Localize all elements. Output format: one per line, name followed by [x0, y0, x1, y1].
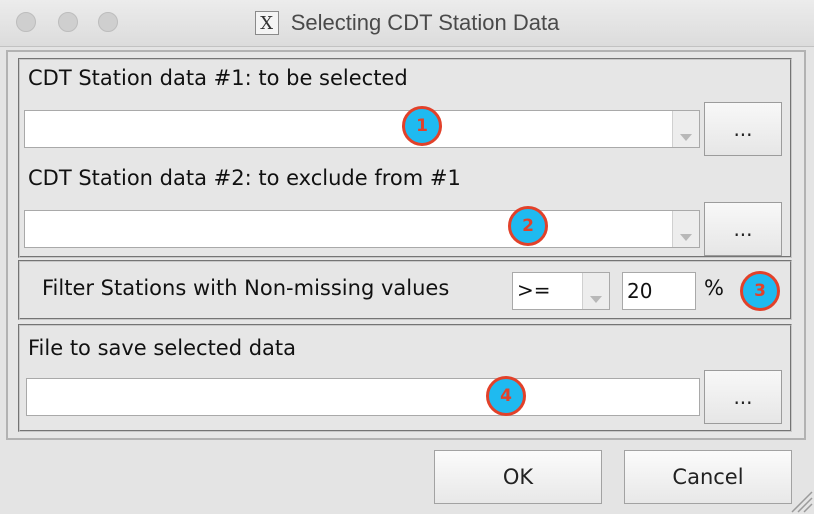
- chevron-down-icon: [680, 134, 692, 141]
- station1-combobox[interactable]: [24, 110, 700, 148]
- annotation-badge-4: 4: [486, 376, 526, 416]
- filter-operator-value: >=: [517, 278, 551, 302]
- station1-browse-button[interactable]: ...: [704, 102, 782, 156]
- output-label: File to save selected data: [28, 336, 297, 360]
- filter-section: Filter Stations with Non-missing values …: [18, 260, 792, 320]
- annotation-badge-2: 2: [508, 206, 548, 246]
- filter-value-input[interactable]: 20: [622, 272, 696, 310]
- station2-label: CDT Station data #2: to exclude from #1: [28, 166, 461, 190]
- filter-label: Filter Stations with Non-missing values: [42, 276, 450, 300]
- filter-unit: %: [704, 276, 724, 300]
- station1-label: CDT Station data #1: to be selected: [28, 66, 408, 90]
- annotation-badge-3: 3: [740, 271, 780, 311]
- dialog-window: X Selecting CDT Station Data CDT Station…: [0, 0, 814, 514]
- title-bar: X Selecting CDT Station Data: [0, 0, 814, 47]
- cancel-button[interactable]: Cancel: [624, 450, 792, 504]
- station2-browse-button[interactable]: ...: [704, 202, 782, 256]
- filter-operator-dropdown-arrow[interactable]: [582, 273, 609, 309]
- input-data-section: CDT Station data #1: to be selected ... …: [18, 58, 792, 258]
- resize-grip-icon[interactable]: [786, 486, 814, 514]
- output-browse-button[interactable]: ...: [704, 370, 782, 424]
- station1-dropdown-arrow[interactable]: [672, 111, 699, 147]
- output-file-input[interactable]: [26, 378, 700, 416]
- station2-dropdown-arrow[interactable]: [672, 211, 699, 247]
- title-wrap: X Selecting CDT Station Data: [0, 0, 814, 46]
- ok-button[interactable]: OK: [434, 450, 602, 504]
- x11-icon: X: [254, 11, 279, 35]
- annotation-badge-1: 1: [402, 106, 442, 146]
- station2-combobox[interactable]: [24, 210, 700, 248]
- filter-operator-combobox[interactable]: >=: [512, 272, 610, 310]
- output-section: File to save selected data ... 4: [18, 324, 792, 432]
- chevron-down-icon: [680, 234, 692, 241]
- chevron-down-icon: [590, 296, 602, 303]
- main-panel: CDT Station data #1: to be selected ... …: [6, 50, 806, 440]
- window-title: Selecting CDT Station Data: [290, 10, 560, 35]
